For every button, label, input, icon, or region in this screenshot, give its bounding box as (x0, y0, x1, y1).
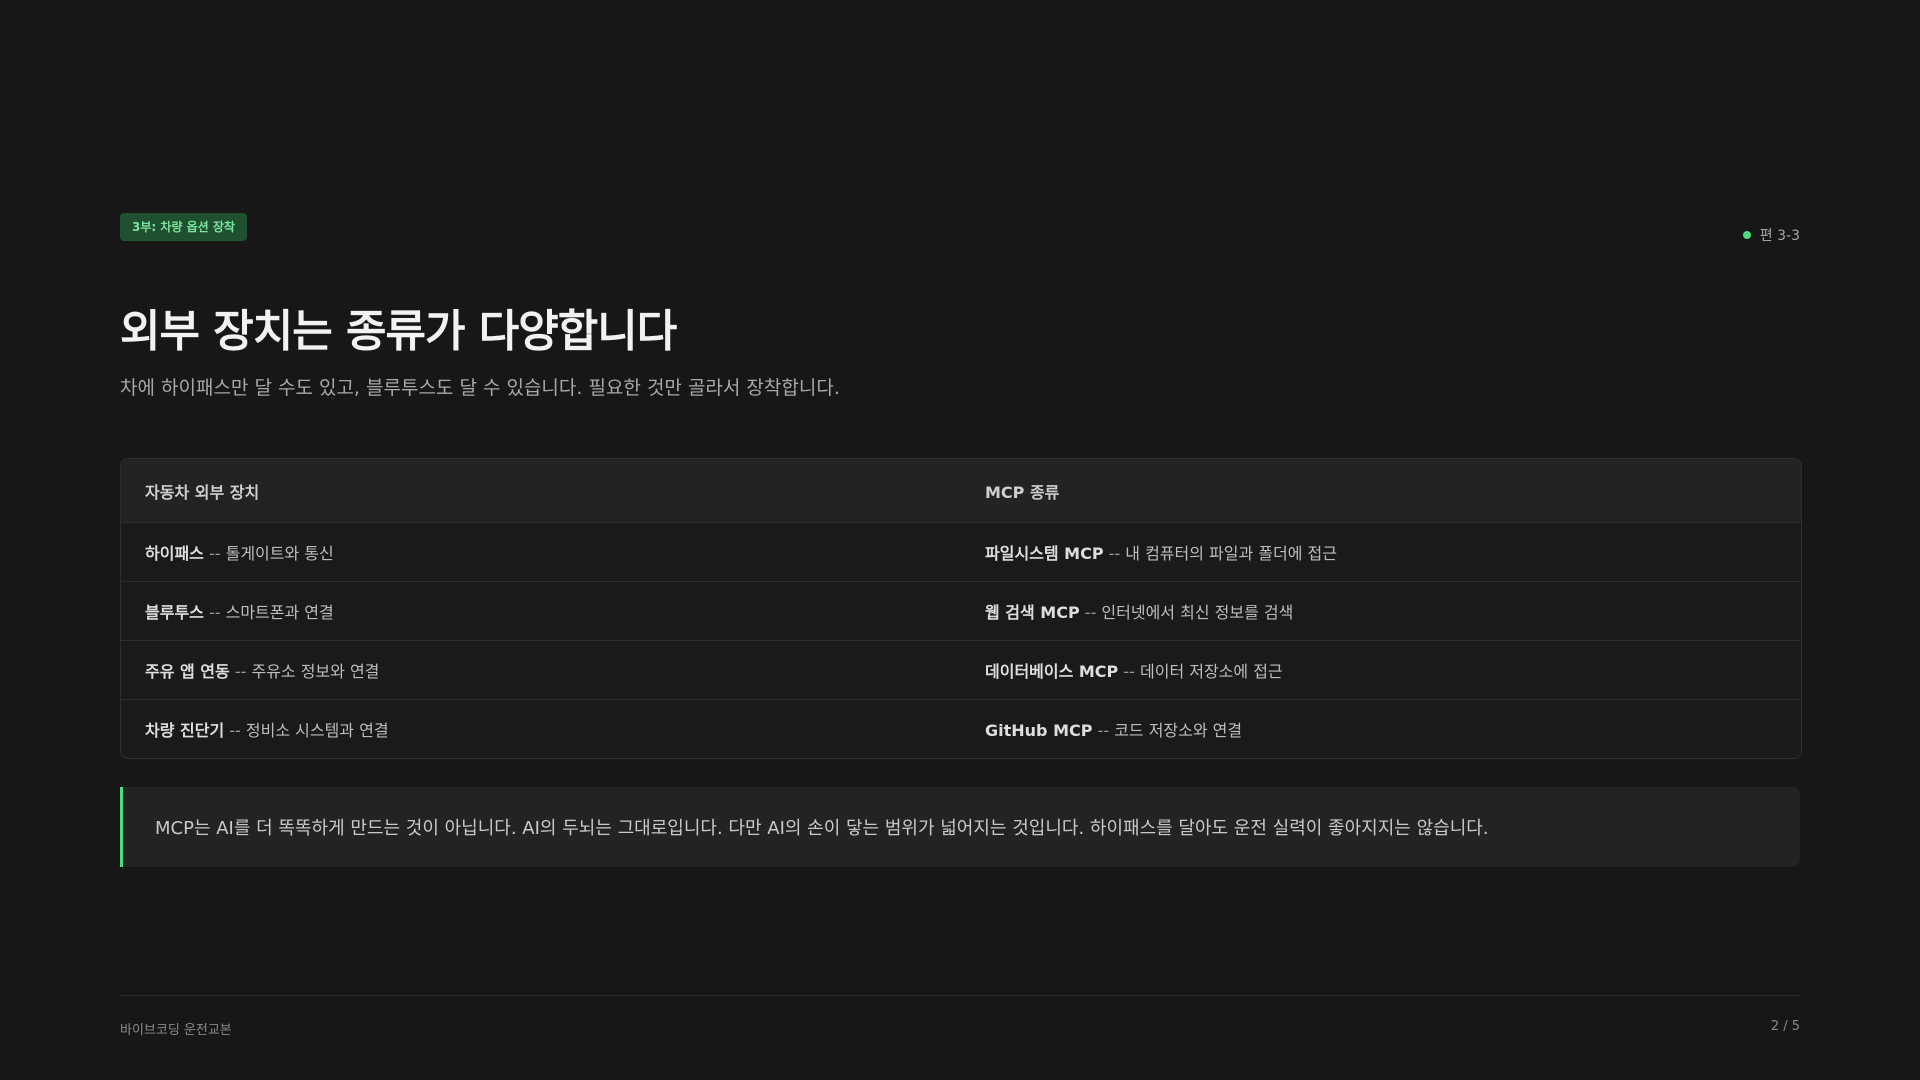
device-description: 톨게이트와 통신 (225, 544, 334, 563)
device-description: 스마트폰과 연결 (225, 603, 334, 622)
separator: -- (1079, 603, 1102, 622)
footer-book-title: 바이브코딩 운전교본 (120, 1023, 232, 1038)
device-description: 정비소 시스템과 연결 (245, 721, 389, 740)
callout-note: MCP는 AI를 더 똑똑하게 만드는 것이 아닙니다. AI의 두뇌는 그대로… (120, 787, 1800, 867)
slide: 3부: 차량 옵션 장착 편 3-3 외부 장치는 종류가 다양합니다 차에 하… (0, 0, 1920, 1080)
device-name: 블루투스 (145, 603, 204, 622)
episode-label: 편 3-3 (1759, 228, 1800, 244)
separator: -- (1092, 721, 1115, 740)
section-badge: 3부: 차량 옵션 장착 (120, 213, 247, 241)
device-name: 차량 진단기 (145, 721, 225, 740)
page-subtitle: 차에 하이패스만 달 수도 있고, 블루투스도 달 수 있습니다. 필요한 것만… (120, 377, 840, 399)
status-dot-icon (1742, 231, 1751, 239)
device-description: 주유소 정보와 연결 (251, 662, 380, 681)
device-name: 하이패스 (145, 544, 204, 563)
mcp-name: 웹 검색 MCP (985, 603, 1080, 622)
table-cell: 차량 진단기 -- 정비소 시스템과 연결 (121, 700, 961, 759)
episode-indicator: 편 3-3 (1742, 225, 1800, 245)
mcp-description: 내 컴퓨터의 파일과 폴더에 접근 (1125, 544, 1337, 563)
table-cell: 파일시스템 MCP -- 내 컴퓨터의 파일과 폴더에 접근 (961, 522, 1801, 582)
column-header-mcp-types: MCP 종류 (961, 459, 1801, 523)
mcp-description: 데이터 저장소에 접근 (1140, 662, 1283, 681)
separator: -- (229, 662, 252, 681)
table-cell: 주유 앱 연동 -- 주유소 정보와 연결 (121, 640, 961, 700)
table-row: 주유 앱 연동 -- 주유소 정보와 연결 데이터베이스 MCP -- 데이터 … (121, 640, 1801, 700)
table-cell: 블루투스 -- 스마트폰과 연결 (121, 581, 961, 641)
separator: -- (1103, 544, 1126, 563)
table-cell: 웹 검색 MCP -- 인터넷에서 최신 정보를 검색 (961, 581, 1801, 641)
separator: -- (203, 603, 226, 622)
separator: -- (224, 721, 246, 740)
mcp-name: 데이터베이스 MCP (985, 662, 1119, 681)
separator: -- (203, 544, 226, 563)
table-row: 차량 진단기 -- 정비소 시스템과 연결 GitHub MCP -- 코드 저… (121, 700, 1801, 759)
mcp-description: 인터넷에서 최신 정보를 검색 (1101, 603, 1294, 622)
table-cell: GitHub MCP -- 코드 저장소와 연결 (961, 700, 1801, 759)
device-name: 주유 앱 연동 (145, 662, 230, 681)
table-cell: 하이패스 -- 톨게이트와 통신 (121, 522, 961, 582)
mcp-name: GitHub MCP (985, 721, 1093, 740)
page-title: 외부 장치는 종류가 다양합니다 (120, 306, 677, 357)
column-header-car-devices: 자동차 외부 장치 (121, 459, 961, 523)
table-row: 하이패스 -- 톨게이트와 통신 파일시스템 MCP -- 내 컴퓨터의 파일과… (121, 522, 1801, 582)
table-header-row: 자동차 외부 장치 MCP 종류 (121, 459, 1801, 523)
mcp-description: 코드 저장소와 연결 (1114, 721, 1243, 740)
mcp-name: 파일시스템 MCP (985, 544, 1104, 563)
page-number: 2 / 5 (1770, 1019, 1800, 1034)
table-cell: 데이터베이스 MCP -- 데이터 저장소에 접근 (961, 640, 1801, 700)
comparison-table: 자동차 외부 장치 MCP 종류 하이패스 -- 톨게이트와 통신 파일시스템 … (120, 458, 1802, 759)
table-row: 블루투스 -- 스마트폰과 연결 웹 검색 MCP -- 인터넷에서 최신 정보… (121, 581, 1801, 641)
separator: -- (1118, 662, 1140, 681)
footer-divider (120, 995, 1800, 996)
